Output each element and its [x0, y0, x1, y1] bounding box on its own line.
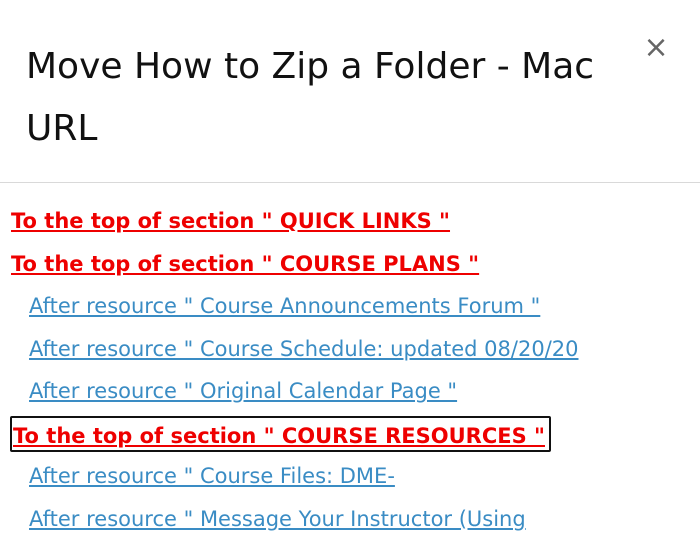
move-to-section-course-resources[interactable]: To the top of section " COURSE RESOURCES… — [10, 415, 551, 452]
move-to-section-quick-links[interactable]: To the top of section " QUICK LINKS " — [0, 200, 700, 243]
move-after-message-your-instructor[interactable]: After resource " Message Your Instructor… — [0, 498, 700, 541]
dialog-header: Move How to Zip a Folder - Mac URL × — [0, 0, 700, 183]
move-to-section-course-plans[interactable]: To the top of section " COURSE PLANS " — [0, 243, 700, 286]
move-target-list: To the top of section " QUICK LINKS " To… — [0, 200, 700, 540]
move-after-course-announcements-forum[interactable]: After resource " Course Announcements Fo… — [0, 285, 700, 328]
close-icon[interactable]: × — [643, 33, 668, 63]
dialog-title: Move How to Zip a Folder - Mac URL — [26, 46, 595, 149]
move-after-original-calendar-page[interactable]: After resource " Original Calendar Page … — [0, 370, 700, 413]
move-after-course-schedule[interactable]: After resource " Course Schedule: update… — [0, 328, 700, 371]
move-after-course-files[interactable]: After resource " Course Files: DME- — [0, 455, 700, 498]
